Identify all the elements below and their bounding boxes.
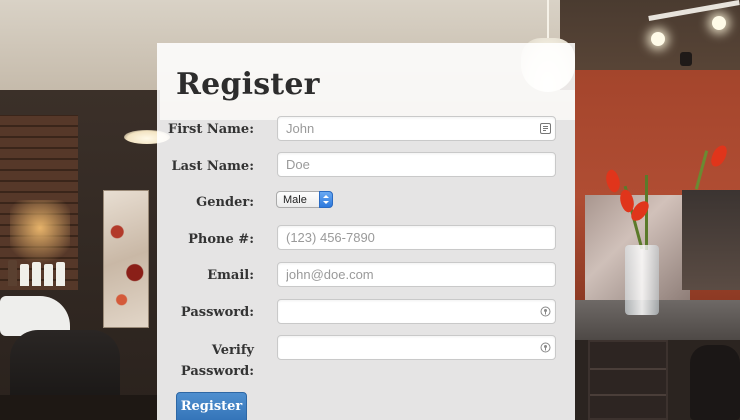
password-field[interactable] bbox=[277, 299, 556, 324]
verify-password-field[interactable] bbox=[277, 335, 556, 360]
floor bbox=[0, 395, 160, 420]
last-name-label: Last Name: bbox=[171, 159, 254, 174]
wall-painting bbox=[103, 190, 149, 328]
first-name-field[interactable] bbox=[277, 116, 556, 141]
key-icon[interactable] bbox=[540, 342, 551, 353]
verify-password-input[interactable] bbox=[278, 336, 555, 359]
contact-card-icon[interactable] bbox=[540, 123, 551, 134]
salon-chair-right bbox=[690, 345, 740, 420]
spotlight bbox=[651, 32, 665, 46]
password-label: Password: bbox=[180, 305, 254, 320]
mirror-right bbox=[682, 190, 740, 290]
gender-label: Gender: bbox=[196, 195, 254, 210]
stepper-arrows-icon[interactable] bbox=[319, 191, 333, 208]
email-input[interactable] bbox=[278, 263, 555, 286]
phone-field[interactable] bbox=[277, 225, 556, 250]
phone-input[interactable] bbox=[278, 226, 555, 249]
last-name-input[interactable] bbox=[278, 153, 555, 176]
register-form-panel: Register First Name: Last Name: Gender: … bbox=[157, 43, 575, 420]
register-button[interactable]: Register bbox=[176, 392, 247, 420]
form-title: Register bbox=[176, 67, 320, 102]
verify-password-label: Verify Password: bbox=[181, 340, 254, 382]
email-label: Email: bbox=[207, 268, 254, 283]
last-name-field[interactable] bbox=[277, 152, 556, 177]
spotlight-fixture bbox=[680, 52, 692, 66]
phone-label: Phone #: bbox=[188, 232, 254, 247]
verify-password-label-line2: Password: bbox=[180, 364, 254, 379]
first-name-label: First Name: bbox=[168, 122, 254, 137]
drawers bbox=[588, 340, 668, 420]
verify-password-label-line1: Verify bbox=[211, 343, 254, 358]
first-name-input[interactable] bbox=[278, 117, 555, 140]
gender-select[interactable]: Male bbox=[276, 191, 333, 208]
spotlight bbox=[712, 16, 726, 30]
password-input[interactable] bbox=[278, 300, 555, 323]
gender-selected-value: Male bbox=[283, 194, 307, 206]
key-icon[interactable] bbox=[540, 306, 551, 317]
email-field[interactable] bbox=[277, 262, 556, 287]
glass-vase bbox=[625, 245, 659, 315]
shelf-bottles bbox=[6, 256, 70, 286]
